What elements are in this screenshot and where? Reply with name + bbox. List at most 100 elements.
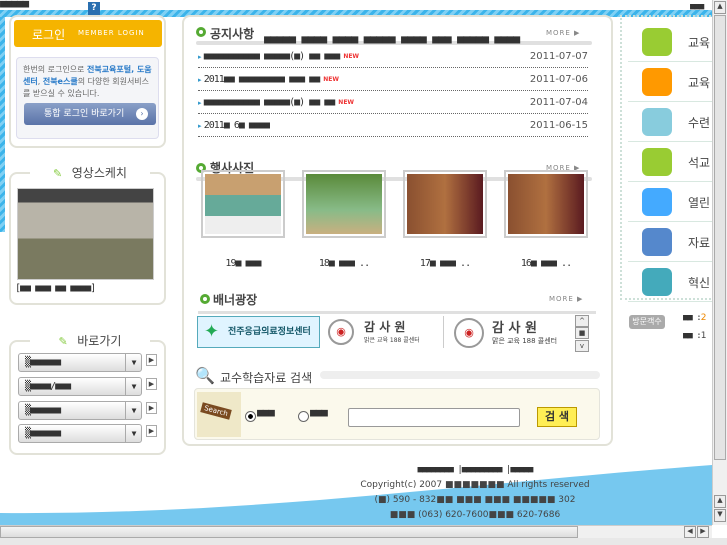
visitor-row: ■■ :2: [683, 313, 706, 323]
radio-1[interactable]: [245, 411, 256, 422]
shortcut-select-3[interactable]: ▒■■■■■■ ▼: [18, 401, 142, 420]
login-title: 로그인: [32, 28, 66, 42]
shortcut-select-4[interactable]: ▒■■■■■■ ▼: [18, 424, 142, 443]
event-photo-2[interactable]: [302, 170, 386, 238]
right-menu-item[interactable]: 교육: [628, 62, 712, 102]
photo-caption[interactable]: 16■ ■■■ ..: [504, 258, 588, 269]
photo-caption[interactable]: 19■ ■■■: [201, 258, 285, 269]
notice-title: 공지사항: [210, 27, 255, 41]
right-menu-item[interactable]: 교육: [628, 22, 712, 62]
search-input[interactable]: [348, 408, 520, 427]
go-button-2[interactable]: ▶: [146, 378, 157, 390]
banner-item-2[interactable]: ◉ 감 사 원 맑은 교육 188 콜센터: [322, 316, 444, 348]
banner-stop-button[interactable]: ■: [575, 327, 589, 339]
right-menu-item[interactable]: 혁신: [628, 262, 712, 302]
seal-icon: ◉: [328, 319, 354, 345]
visitor-label: ■■ :: [683, 331, 702, 341]
status-strip: [0, 538, 727, 545]
go-button-4[interactable]: ▶: [146, 425, 157, 437]
scroll-left-button[interactable]: ◀: [684, 526, 696, 538]
menu-label: 교육: [688, 76, 711, 90]
right-menu-item[interactable]: 석교: [628, 142, 712, 182]
scroll-down-button[interactable]: ▼: [714, 509, 726, 522]
notice-date: 2011-07-06: [529, 74, 588, 85]
select-value: ▒■■■■/■■■: [25, 381, 71, 392]
go-button-3[interactable]: ▶: [146, 402, 157, 414]
footer: ■■■■■■■■ |■■■■■■■■■ |■■■■■ Copyright(c) …: [340, 463, 610, 523]
event-photo-4[interactable]: [504, 170, 588, 238]
go-button-1[interactable]: ▶: [146, 354, 157, 366]
notice-text: ■■■■■■■■■■■ ■■■■■(■) ■■ ■■: [203, 97, 336, 108]
notice-item[interactable]: ▸ 2011■ 6■ ■■■■ 2011-06-15: [198, 115, 588, 137]
video-header: ✎ 영상스케치: [30, 164, 150, 182]
notice-text: 2011■■ ■■■■■■■■■ ■■■ ■■: [203, 74, 320, 85]
notice-item[interactable]: ▸ ■■■■■■■■■■■ ■■■■■(■) ■■ ■■■ NEW 2011-07-…: [198, 46, 588, 68]
top-right-tofu: ■■■: [690, 2, 704, 12]
select-value: ▒■■■■■■: [25, 428, 61, 439]
visitor-value: 2: [700, 313, 707, 323]
notice-text: ■■■■■■■■■■■ ■■■■■(■) ■■ ■■■: [203, 51, 341, 62]
photo-caption[interactable]: 17■ ■■■ ..: [403, 258, 487, 269]
help-icon[interactable]: ?: [88, 2, 100, 15]
shortcut-select-2[interactable]: ▒■■■■/■■■ ▼: [18, 377, 142, 396]
login-panel: 로그인 MEMBER LOGIN 한번의 로그인으로 전북교육포털, 도움센터,…: [9, 15, 166, 148]
visitor-badge: 방문객수: [629, 315, 665, 329]
event-photo-3[interactable]: [403, 170, 487, 238]
new-badge: NEW: [323, 76, 339, 83]
radio-2-label: ■■■: [310, 406, 328, 419]
banner-item-3[interactable]: ◉ 감 사 원 맑은 교육 188 콜센터: [452, 316, 570, 348]
right-menu-item[interactable]: 수련: [628, 102, 712, 142]
menu-label: 자료: [688, 236, 711, 250]
footer-copyright: Copyright(c) 2007 ■■■■■■■ All rights res…: [360, 480, 590, 490]
notice-more-link[interactable]: MORE ▶: [546, 29, 580, 37]
banner-sub: 맑은 교육 188 콜센터: [492, 337, 558, 345]
video-caption[interactable]: [■■ ■■■ ■■ ■■■■]: [15, 283, 96, 294]
chevron-down-icon: ▼: [125, 354, 141, 371]
shortcut-select-1[interactable]: ▒■■■■■■ ▼: [18, 353, 142, 372]
search-button[interactable]: 검 색: [537, 407, 577, 427]
banner-title: 배너광장: [213, 293, 258, 307]
horizontal-scrollbar[interactable]: ◀ ▶: [0, 525, 712, 538]
vertical-scroll-thumb[interactable]: [714, 15, 726, 460]
video-thumbnail[interactable]: [17, 188, 154, 280]
scroll-up-button-lower[interactable]: ▲: [714, 495, 726, 508]
eschool-link[interactable]: 전북e스쿨: [43, 77, 78, 86]
menu-label: 석교: [688, 156, 711, 170]
notice-date: 2011-07-07: [529, 51, 588, 62]
visitor-row: ■■ :1: [683, 331, 706, 341]
right-menu-item[interactable]: 열린: [628, 182, 712, 222]
shortcut-header: ✎ 바로가기: [30, 332, 150, 350]
scroll-up-button[interactable]: ▲: [714, 1, 726, 14]
bullet-icon: [200, 294, 210, 304]
footer-phone: ■■■ (063) 620-7600■■■ 620-7686: [389, 510, 561, 520]
divider: [320, 371, 600, 379]
notice-item[interactable]: ▸ ■■■■■■■■■■■ ■■■■■(■) ■■ ■■ NEW 2011-07-0…: [198, 92, 588, 114]
scroll-right-button[interactable]: ▶: [697, 526, 709, 538]
banner-up-button[interactable]: ^: [575, 315, 589, 327]
search-title: 교수학습자료 검색: [220, 371, 313, 385]
menu-label: 수련: [688, 116, 711, 130]
horizontal-scroll-thumb[interactable]: [0, 526, 578, 538]
menu-icon: [642, 148, 672, 176]
bullet-icon: [196, 27, 206, 37]
login-button-label: 통합 로그인 바로가기: [44, 109, 125, 119]
banner-more-link[interactable]: MORE ▶: [549, 295, 583, 303]
menu-label: 교육: [688, 36, 711, 50]
integrated-login-button[interactable]: 통합 로그인 바로가기 ›: [24, 103, 156, 125]
top-tofu-text: ■■■■■: [0, 0, 29, 10]
notice-overlay-text: ■■■■■ ■■■■ ■■■■ ■■■■■ ■■■■ ■■■ ■■■■■ ■■■…: [264, 32, 520, 46]
event-photo-1[interactable]: [201, 170, 285, 238]
vertical-scrollbar[interactable]: ▲ ▲ ▼: [712, 0, 727, 525]
menu-icon: [642, 268, 672, 296]
radio-2[interactable]: [298, 411, 309, 422]
footer-links[interactable]: ■■■■■■■■ |■■■■■■■■■ |■■■■■: [340, 463, 610, 478]
video-title: 영상스케치: [71, 166, 127, 180]
arrow-circle-icon: ›: [136, 108, 148, 120]
banner-down-button[interactable]: v: [575, 340, 589, 352]
right-menu-item[interactable]: 자료: [628, 222, 712, 262]
desc-text: 한번의 로그인으로: [23, 65, 87, 74]
banner-item-1[interactable]: ✦ 전주응급의료정보센터: [197, 316, 320, 348]
photo-caption[interactable]: 18■ ■■■ ..: [302, 258, 386, 269]
notice-item[interactable]: ▸ 2011■■ ■■■■■■■■■ ■■■ ■■ NEW 2011-07-06: [198, 69, 588, 91]
notice-date: 2011-07-04: [529, 97, 588, 108]
